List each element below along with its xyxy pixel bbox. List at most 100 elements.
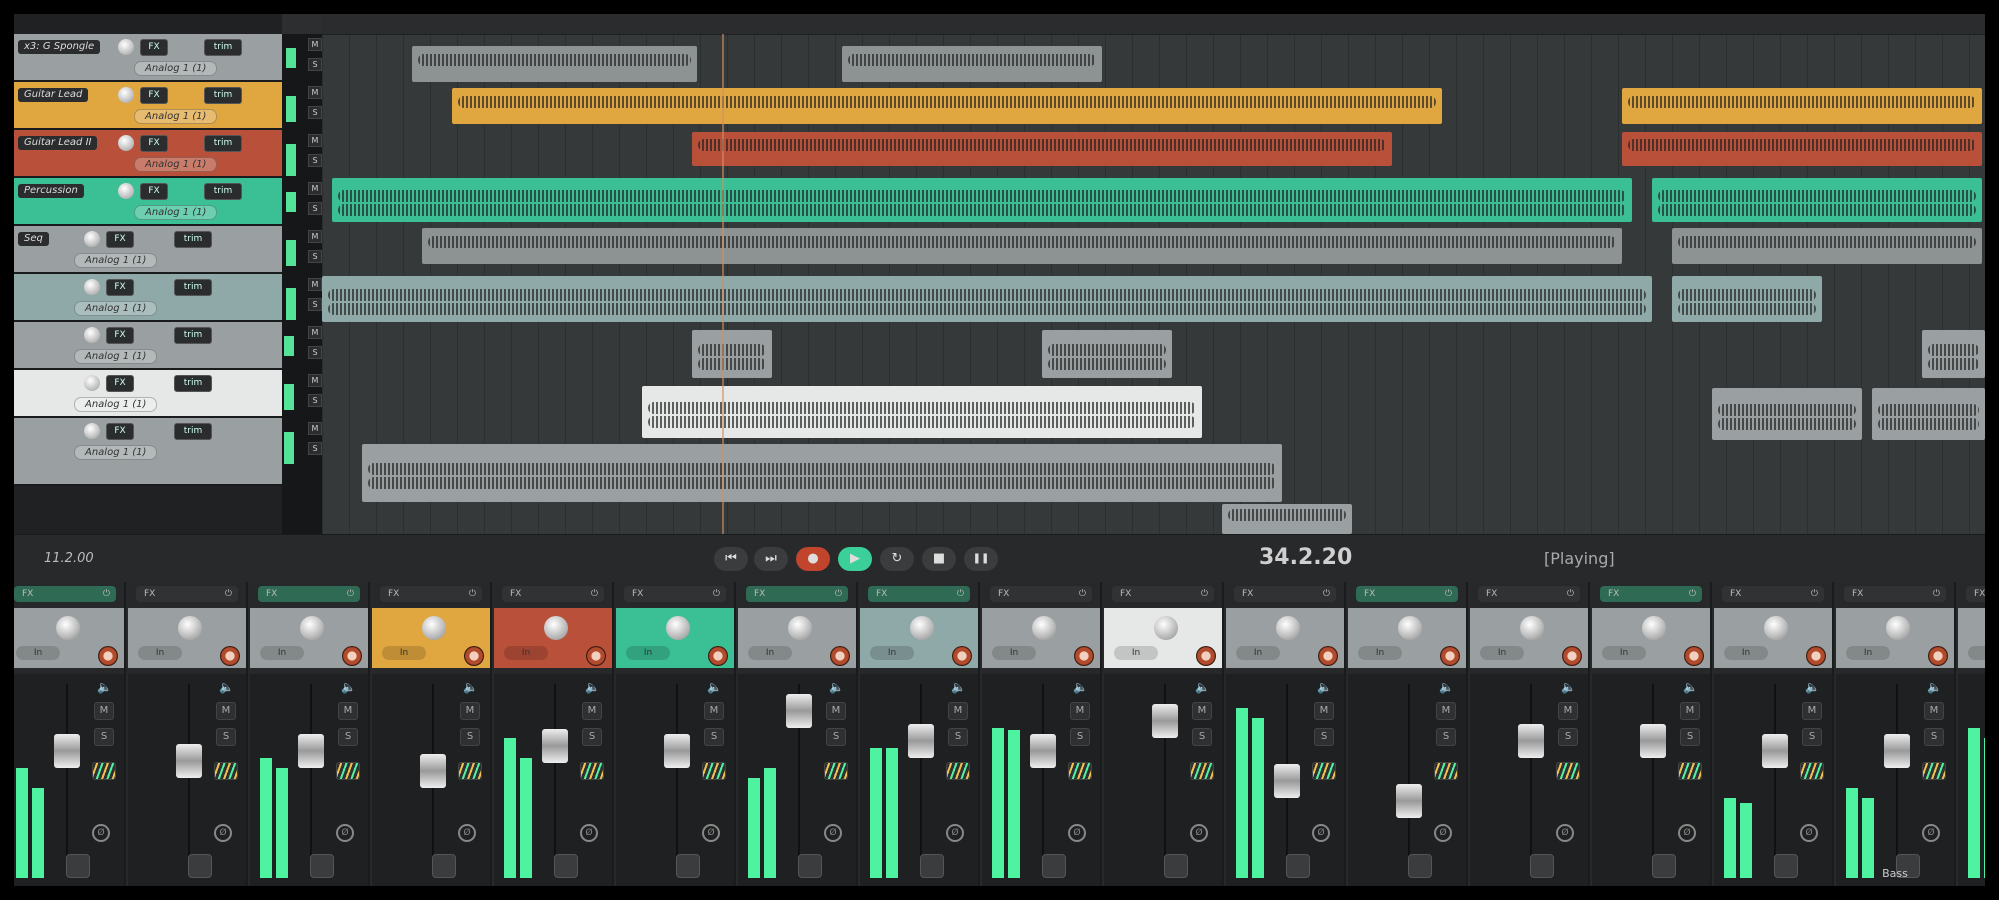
solo-button[interactable]: S [216, 728, 236, 746]
volume-fader[interactable] [908, 724, 934, 758]
go-to-start-button[interactable]: ⏮ [714, 547, 748, 571]
phase-invert-icon[interactable]: Ø [1434, 824, 1452, 842]
timeline-ruler[interactable] [322, 14, 1985, 35]
pan-knob[interactable] [1398, 616, 1422, 640]
fx-label[interactable]: FX [1608, 586, 1619, 602]
record-arm-button[interactable] [1684, 646, 1704, 666]
media-item[interactable] [1712, 388, 1862, 440]
input-monitor-button[interactable]: In [260, 646, 304, 660]
volume-knob[interactable] [84, 327, 100, 343]
fx-label[interactable]: FX [144, 586, 155, 602]
pan-knob[interactable] [1032, 616, 1056, 640]
envelope-button[interactable] [188, 854, 212, 878]
play-button[interactable]: ▶ [838, 547, 872, 571]
solo-button[interactable]: S [582, 728, 602, 746]
envelope-button[interactable] [310, 854, 334, 878]
routing-button[interactable] [1068, 762, 1092, 780]
mute-button[interactable]: M [308, 86, 322, 99]
solo-button[interactable]: S [704, 728, 724, 746]
media-item[interactable] [1042, 330, 1172, 378]
trim-button[interactable]: trim [174, 375, 212, 392]
pan-knob[interactable] [56, 616, 80, 640]
fx-bar[interactable]: FX ⏻ [14, 586, 116, 602]
record-arm-button[interactable] [1440, 646, 1460, 666]
trim-button[interactable]: trim [174, 423, 212, 440]
fx-label[interactable]: FX [1974, 586, 1985, 602]
solo-button[interactable]: S [308, 250, 322, 263]
input-monitor-button[interactable]: In [138, 646, 182, 660]
solo-button[interactable]: S [308, 346, 322, 359]
envelope-button[interactable] [676, 854, 700, 878]
volume-knob[interactable] [118, 39, 134, 55]
routing-button[interactable] [1190, 762, 1214, 780]
input-selector[interactable]: Analog 1 (1) [134, 109, 218, 124]
mute-button[interactable]: M [308, 374, 322, 387]
mute-button[interactable]: M [1558, 702, 1578, 720]
mute-button[interactable]: M [1680, 702, 1700, 720]
input-monitor-button[interactable]: In [748, 646, 792, 660]
track-header[interactable]: Percussion FX trim Analog 1 (1) [14, 178, 282, 226]
solo-button[interactable]: S [308, 394, 322, 407]
phase-invert-icon[interactable]: Ø [1190, 824, 1208, 842]
volume-fader[interactable] [1396, 784, 1422, 818]
solo-button[interactable]: S [1924, 728, 1944, 746]
pan-knob[interactable] [788, 616, 812, 640]
phase-invert-icon[interactable]: Ø [1556, 824, 1574, 842]
fx-bar[interactable]: FX ⏻ [868, 586, 970, 602]
phase-invert-icon[interactable]: Ø [1800, 824, 1818, 842]
track-header[interactable]: Guitar Lead II FX trim Analog 1 (1) [14, 130, 282, 178]
mute-button[interactable]: M [308, 278, 322, 291]
input-monitor-button[interactable]: In [626, 646, 670, 660]
media-item[interactable] [1652, 178, 1982, 222]
mute-button[interactable]: M [308, 182, 322, 195]
fx-bypass-icon[interactable]: ⏻ [1811, 586, 1818, 602]
mute-button[interactable]: M [582, 702, 602, 720]
media-item[interactable] [642, 386, 1202, 438]
phase-invert-icon[interactable]: Ø [336, 824, 354, 842]
fx-bar[interactable]: FX ⏻ [746, 586, 848, 602]
solo-button[interactable]: S [826, 728, 846, 746]
solo-button[interactable]: S [1680, 728, 1700, 746]
pan-knob[interactable] [1276, 616, 1300, 640]
mute-button[interactable]: M [1192, 702, 1212, 720]
media-item[interactable] [322, 276, 1652, 322]
envelope-button[interactable] [554, 854, 578, 878]
fx-bar[interactable]: FX ⏻ [380, 586, 482, 602]
record-arm-button[interactable] [464, 646, 484, 666]
volume-fader[interactable] [1884, 734, 1910, 768]
media-item[interactable] [1222, 504, 1352, 534]
pause-button[interactable]: ❚❚ [964, 547, 998, 571]
envelope-button[interactable] [432, 854, 456, 878]
solo-button[interactable]: S [1192, 728, 1212, 746]
solo-button[interactable]: S [460, 728, 480, 746]
track-header[interactable]: FX trim Analog 1 (1) [14, 418, 282, 486]
fx-bypass-icon[interactable]: ⏻ [591, 586, 598, 602]
input-monitor-button[interactable]: In [1968, 646, 1985, 660]
record-arm-button[interactable] [1074, 646, 1094, 666]
fx-button[interactable]: FX [106, 375, 134, 392]
solo-button[interactable]: S [1070, 728, 1090, 746]
input-selector[interactable]: Analog 1 (1) [134, 61, 218, 76]
trim-button[interactable]: trim [174, 231, 212, 248]
envelope-button[interactable] [1042, 854, 1066, 878]
fx-bar[interactable]: FX ⏻ [1600, 586, 1702, 602]
volume-fader[interactable] [786, 694, 812, 728]
go-to-end-button[interactable]: ⏭ [754, 547, 788, 571]
fx-bypass-icon[interactable]: ⏻ [469, 586, 476, 602]
input-selector[interactable]: Analog 1 (1) [74, 445, 158, 460]
routing-button[interactable] [1922, 762, 1946, 780]
mute-button[interactable]: M [308, 230, 322, 243]
routing-button[interactable] [214, 762, 238, 780]
fx-label[interactable]: FX [266, 586, 277, 602]
mute-button[interactable]: M [1070, 702, 1090, 720]
volume-knob[interactable] [84, 231, 100, 247]
fx-label[interactable]: FX [876, 586, 887, 602]
media-item[interactable] [1622, 88, 1982, 124]
trim-button[interactable]: trim [174, 279, 212, 296]
mute-button[interactable]: M [1802, 702, 1822, 720]
mute-button[interactable]: M [948, 702, 968, 720]
input-monitor-button[interactable]: In [16, 646, 60, 660]
record-arm-button[interactable] [98, 646, 118, 666]
fx-bypass-icon[interactable]: ⏻ [713, 586, 720, 602]
track-name[interactable]: Guitar Lead [18, 88, 89, 102]
